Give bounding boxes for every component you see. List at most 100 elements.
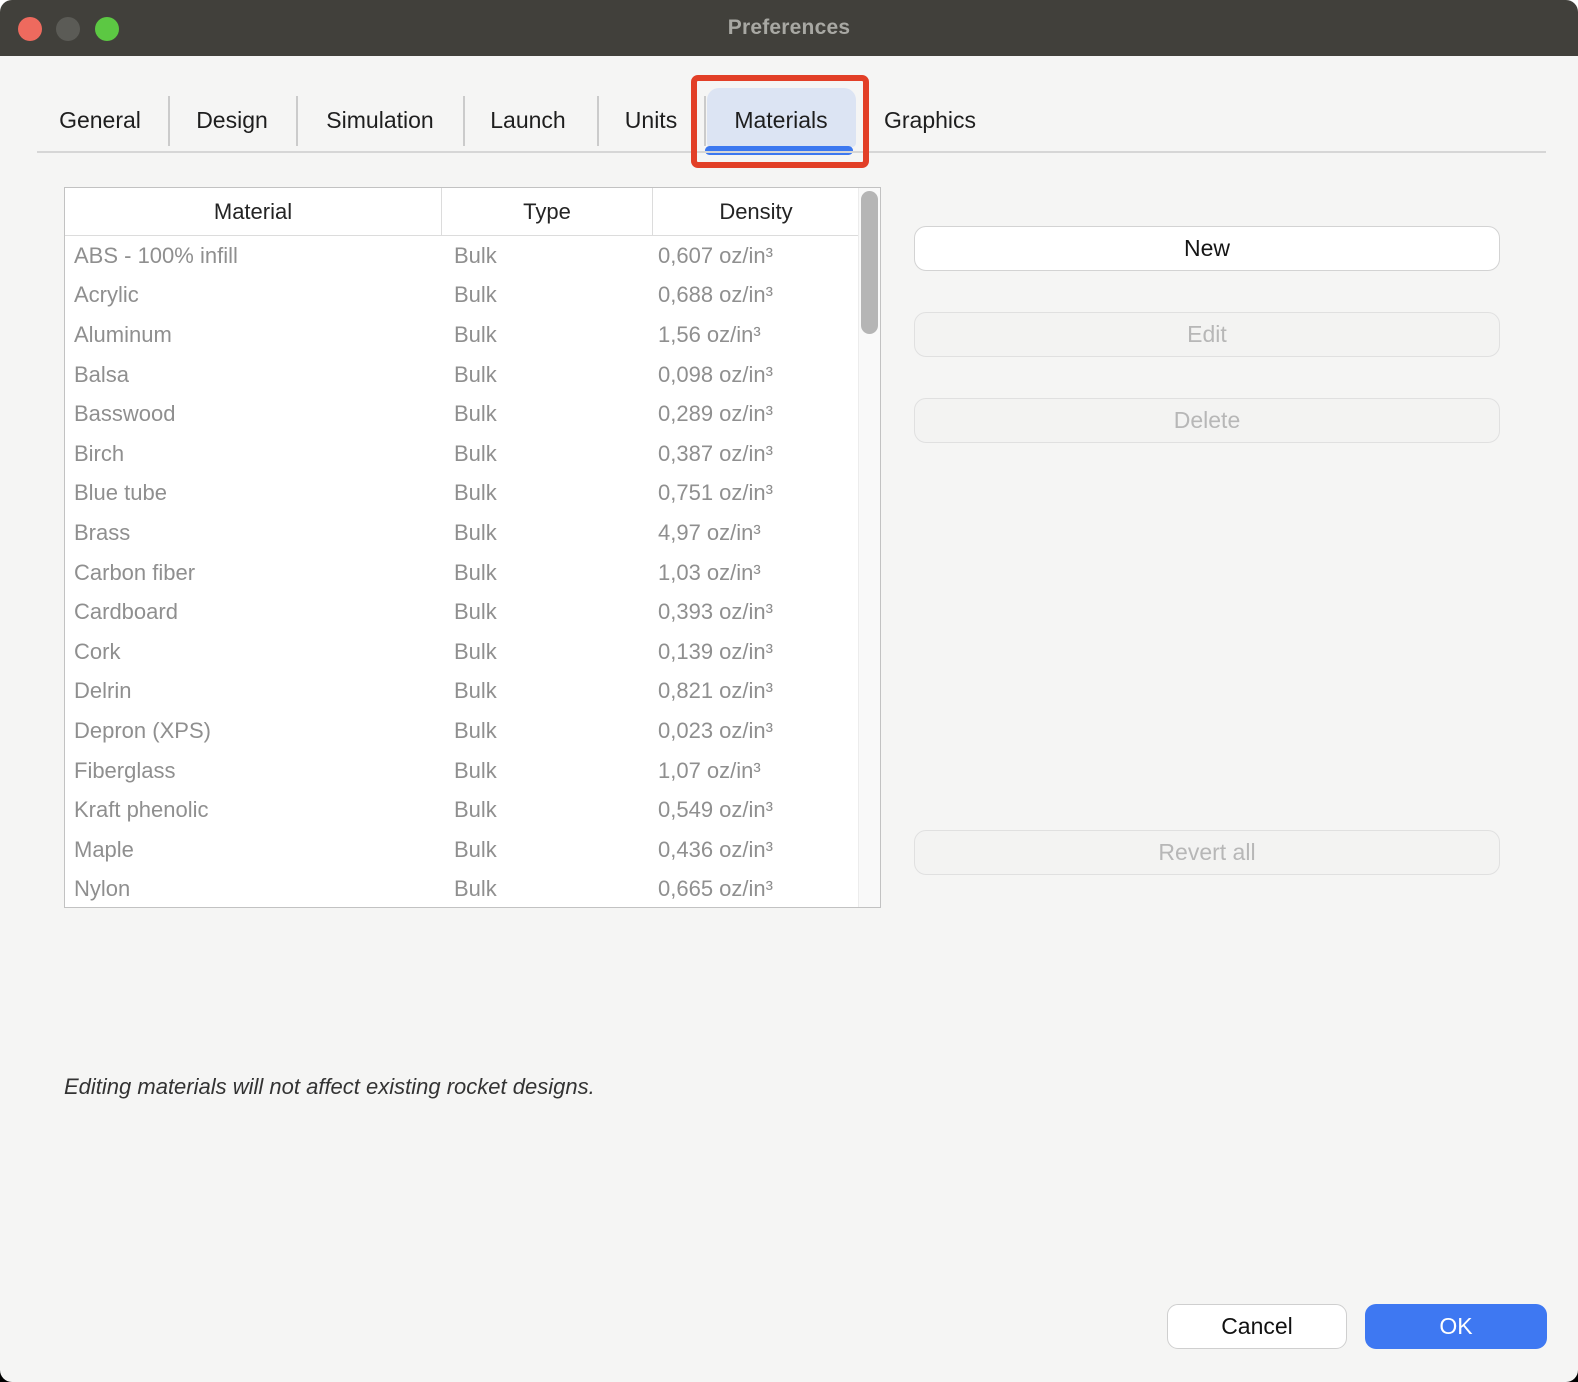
table-row[interactable]: Brass Bulk 4,97 oz/in³ xyxy=(65,513,880,553)
table-row[interactable]: Acrylic Bulk 0,688 oz/in³ xyxy=(65,276,880,316)
type-cell: Bulk xyxy=(442,678,653,704)
material-cell: Birch xyxy=(65,441,442,467)
density-cell: 0,436 oz/in³ xyxy=(653,837,880,863)
type-cell: Bulk xyxy=(442,560,653,586)
type-cell: Bulk xyxy=(442,758,653,784)
delete-button: Delete xyxy=(914,398,1500,443)
density-cell: 0,098 oz/in³ xyxy=(653,362,880,388)
tab-launch[interactable]: Launch xyxy=(490,107,565,134)
type-cell: Bulk xyxy=(442,797,653,823)
material-cell: Nylon xyxy=(65,876,442,902)
table-row[interactable]: Balsa Bulk 0,098 oz/in³ xyxy=(65,355,880,395)
material-cell: Aluminum xyxy=(65,322,442,348)
table-row[interactable]: ABS - 100% infill Bulk 0,607 oz/in³ xyxy=(65,236,880,276)
tab-divider xyxy=(168,96,170,146)
type-cell: Bulk xyxy=(442,876,653,902)
material-cell: Acrylic xyxy=(65,282,442,308)
revert-all-button: Revert all xyxy=(914,830,1500,875)
material-cell: Blue tube xyxy=(65,480,442,506)
type-cell: Bulk xyxy=(442,322,653,348)
table-header-row: Material Type Density xyxy=(65,188,880,236)
material-cell: Kraft phenolic xyxy=(65,797,442,823)
material-cell: Depron (XPS) xyxy=(65,718,442,744)
table-row[interactable]: Depron (XPS) Bulk 0,023 oz/in³ xyxy=(65,711,880,751)
table-row[interactable]: Delrin Bulk 0,821 oz/in³ xyxy=(65,672,880,712)
table-row[interactable]: Aluminum Bulk 1,56 oz/in³ xyxy=(65,315,880,355)
zoom-button[interactable] xyxy=(95,17,119,41)
type-cell: Bulk xyxy=(442,599,653,625)
titlebar: Preferences xyxy=(0,0,1578,56)
table-row[interactable]: Kraft phenolic Bulk 0,549 oz/in³ xyxy=(65,790,880,830)
density-cell: 0,665 oz/in³ xyxy=(653,876,880,902)
material-cell: Delrin xyxy=(65,678,442,704)
density-cell: 0,821 oz/in³ xyxy=(653,678,880,704)
type-cell: Bulk xyxy=(442,441,653,467)
density-cell: 0,139 oz/in³ xyxy=(653,639,880,665)
table-row[interactable]: Cardboard Bulk 0,393 oz/in³ xyxy=(65,592,880,632)
close-button[interactable] xyxy=(18,17,42,41)
material-cell: ABS - 100% infill xyxy=(65,243,442,269)
tab-units[interactable]: Units xyxy=(625,107,677,134)
cancel-button[interactable]: Cancel xyxy=(1167,1304,1347,1349)
density-cell: 0,549 oz/in³ xyxy=(653,797,880,823)
tab-divider xyxy=(597,96,599,146)
type-cell: Bulk xyxy=(442,282,653,308)
type-cell: Bulk xyxy=(442,401,653,427)
density-cell: 4,97 oz/in³ xyxy=(653,520,880,546)
material-cell: Cork xyxy=(65,639,442,665)
edit-button: Edit xyxy=(914,312,1500,357)
tab-divider xyxy=(463,96,465,146)
minimize-button[interactable] xyxy=(56,17,80,41)
density-cell: 0,289 oz/in³ xyxy=(653,401,880,427)
annotation-highlight-box xyxy=(691,75,869,168)
tab-simulation[interactable]: Simulation xyxy=(326,107,433,134)
material-cell: Fiberglass xyxy=(65,758,442,784)
materials-table: Material Type Density ABS - 100% infill … xyxy=(64,187,881,908)
type-cell: Bulk xyxy=(442,520,653,546)
type-cell: Bulk xyxy=(442,480,653,506)
density-cell: 0,387 oz/in³ xyxy=(653,441,880,467)
tab-general[interactable]: General xyxy=(59,107,141,134)
tab-graphics[interactable]: Graphics xyxy=(884,107,976,134)
material-cell: Cardboard xyxy=(65,599,442,625)
density-cell: 0,393 oz/in³ xyxy=(653,599,880,625)
table-row[interactable]: Blue tube Bulk 0,751 oz/in³ xyxy=(65,474,880,514)
tab-design[interactable]: Design xyxy=(196,107,268,134)
table-row[interactable]: Basswood Bulk 0,289 oz/in³ xyxy=(65,394,880,434)
density-cell: 0,688 oz/in³ xyxy=(653,282,880,308)
table-row[interactable]: Birch Bulk 0,387 oz/in³ xyxy=(65,434,880,474)
table-row[interactable]: Carbon fiber Bulk 1,03 oz/in³ xyxy=(65,553,880,593)
density-cell: 0,751 oz/in³ xyxy=(653,480,880,506)
new-button[interactable]: New xyxy=(914,226,1500,271)
type-cell: Bulk xyxy=(442,837,653,863)
material-cell: Basswood xyxy=(65,401,442,427)
density-cell: 1,56 oz/in³ xyxy=(653,322,880,348)
tab-divider xyxy=(296,96,298,146)
material-cell: Brass xyxy=(65,520,442,546)
material-cell: Maple xyxy=(65,837,442,863)
material-cell: Balsa xyxy=(65,362,442,388)
type-cell: Bulk xyxy=(442,243,653,269)
type-cell: Bulk xyxy=(442,639,653,665)
table-row[interactable]: Nylon Bulk 0,665 oz/in³ xyxy=(65,870,880,910)
density-cell: 0,607 oz/in³ xyxy=(653,243,880,269)
scrollbar-thumb[interactable] xyxy=(861,191,878,334)
window-title: Preferences xyxy=(0,0,1578,56)
table-body: ABS - 100% infill Bulk 0,607 oz/in³ Acry… xyxy=(65,236,880,907)
type-cell: Bulk xyxy=(442,362,653,388)
ok-button[interactable]: OK xyxy=(1365,1304,1547,1349)
preferences-window: Preferences General Design Simulation La… xyxy=(0,0,1578,1382)
column-header-material: Material xyxy=(65,188,442,235)
scrollbar-track[interactable] xyxy=(858,188,880,907)
column-header-density: Density xyxy=(653,188,880,235)
materials-note: Editing materials will not affect existi… xyxy=(64,1074,595,1100)
column-header-type: Type xyxy=(442,188,653,235)
density-cell: 0,023 oz/in³ xyxy=(653,718,880,744)
type-cell: Bulk xyxy=(442,718,653,744)
table-row[interactable]: Fiberglass Bulk 1,07 oz/in³ xyxy=(65,751,880,791)
table-row[interactable]: Maple Bulk 0,436 oz/in³ xyxy=(65,830,880,870)
density-cell: 1,03 oz/in³ xyxy=(653,560,880,586)
material-cell: Carbon fiber xyxy=(65,560,442,586)
table-row[interactable]: Cork Bulk 0,139 oz/in³ xyxy=(65,632,880,672)
density-cell: 1,07 oz/in³ xyxy=(653,758,880,784)
